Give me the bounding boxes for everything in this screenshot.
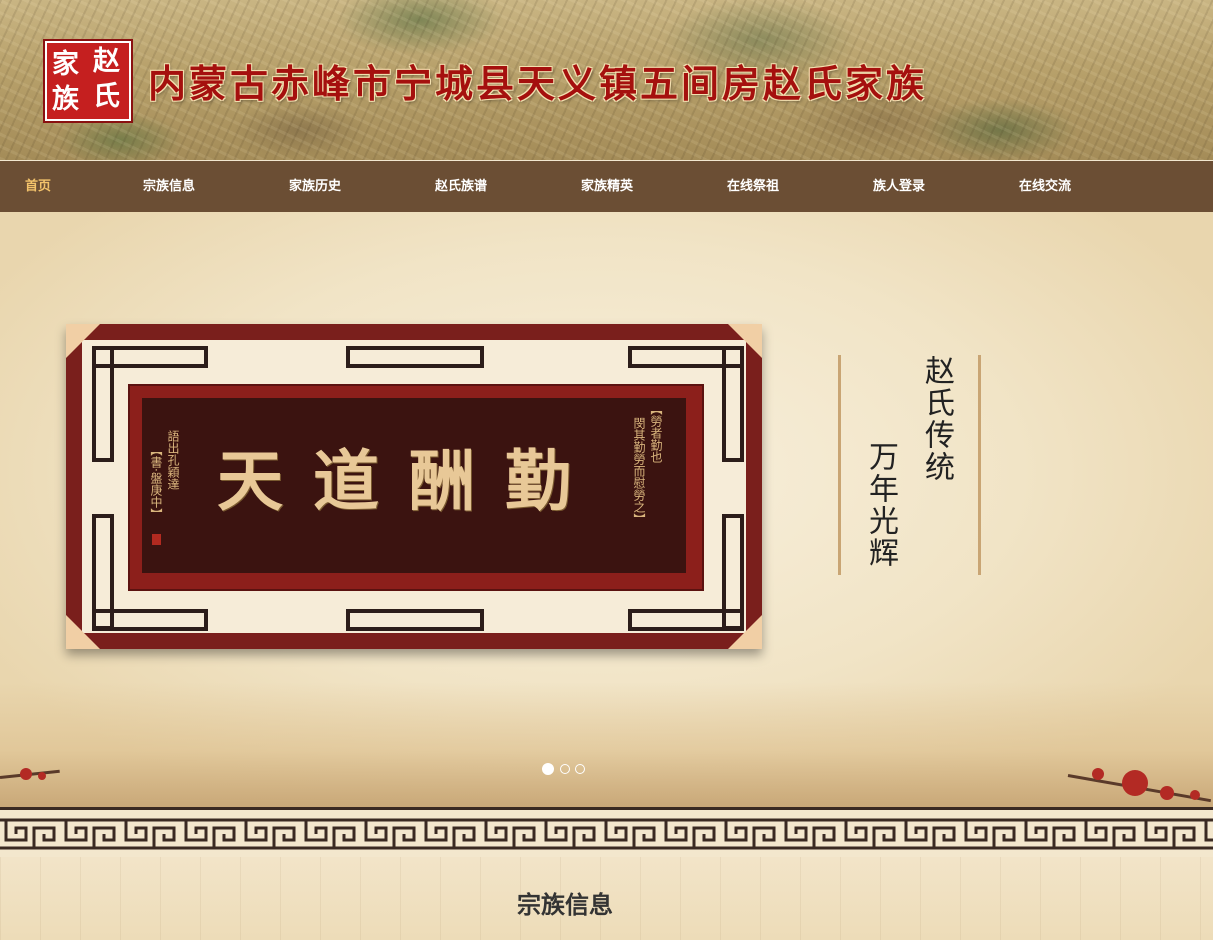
plaque-inscription-right: 閔其勤勞而慰勞之】 — [632, 417, 646, 525]
plaque-main-text: 天道酬勤 — [217, 442, 601, 520]
site-title: 内蒙古赤峰市宁城县天义镇五间房赵氏家族 — [148, 61, 928, 106]
nav-item-genealogy[interactable]: 赵氏族谱 — [435, 161, 487, 212]
slider-dot[interactable] — [560, 764, 570, 774]
logo-char: 赵 — [93, 46, 120, 77]
nav-item-clan-info[interactable]: 宗族信息 — [143, 161, 195, 212]
fretwork-decoration — [346, 609, 484, 631]
cloud-decoration — [0, 682, 1213, 807]
nav-item-family-history[interactable]: 家族历史 — [289, 161, 341, 212]
clan-info-section: 宗族信息 — [0, 857, 1213, 940]
logo-char: 氏 — [93, 81, 120, 112]
nav-item-family-elite[interactable]: 家族精英 — [581, 161, 633, 212]
fretwork-decoration — [722, 346, 744, 462]
plaque-inscription-left: 【書·盤庚中】 — [149, 444, 163, 520]
hero-slider[interactable]: 天道酬勤 【勞者勤也 閔其勤勞而慰勞之】 語出孔穎達 【書·盤庚中】 赵氏传统 … — [0, 212, 1213, 807]
plum-blossom-icon — [20, 768, 32, 780]
main-nav: 首页 宗族信息 家族历史 赵氏族谱 家族精英 在线祭祖 族人登录 在线交流 — [0, 161, 1213, 212]
slider-dot-active[interactable] — [542, 763, 554, 775]
fretwork-decoration — [92, 514, 114, 630]
plum-blossom-icon — [1190, 790, 1200, 800]
plaque-inscription-right: 【勞者勤也 — [649, 403, 663, 463]
red-seal-icon — [152, 534, 161, 545]
fretwork-decoration — [346, 346, 484, 368]
plum-blossom-icon — [1160, 786, 1174, 800]
logo-char: 族 — [52, 84, 79, 115]
plum-blossom-icon — [1122, 770, 1148, 796]
fretwork-border — [0, 807, 1213, 862]
plaque-board: 天道酬勤 【勞者勤也 閔其勤勞而慰勞之】 語出孔穎達 【書·盤庚中】 — [142, 398, 686, 573]
nav-item-home[interactable]: 首页 — [25, 161, 51, 212]
plum-blossom-icon — [38, 772, 46, 780]
section-title: 宗族信息 — [517, 891, 613, 919]
site-logo[interactable]: 赵 氏 家 族 — [45, 41, 131, 121]
slider-dot[interactable] — [575, 764, 585, 774]
plaque-inscription-left: 語出孔穎達 — [166, 430, 180, 490]
wooden-plaque-image: 天道酬勤 【勞者勤也 閔其勤勞而慰勞之】 語出孔穎達 【書·盤庚中】 — [66, 324, 762, 649]
nav-item-online-worship[interactable]: 在线祭祖 — [727, 161, 779, 212]
fretwork-pattern — [0, 814, 1213, 854]
motto-line: 赵氏传统 — [919, 355, 954, 483]
motto-line: 万年光辉 — [863, 441, 898, 569]
header-banner: 赵 氏 家 族 内蒙古赤峰市宁城县天义镇五间房赵氏家族 — [0, 0, 1213, 160]
plum-blossom-icon — [1092, 768, 1104, 780]
logo-char: 家 — [52, 49, 79, 80]
fretwork-decoration — [722, 514, 744, 630]
plaque-inner-frame: 天道酬勤 【勞者勤也 閔其勤勞而慰勞之】 語出孔穎達 【書·盤庚中】 — [128, 384, 704, 591]
motto-panel: 赵氏传统 万年光辉 — [838, 355, 981, 575]
nav-item-member-login[interactable]: 族人登录 — [873, 161, 925, 212]
nav-item-online-chat[interactable]: 在线交流 — [1019, 161, 1071, 212]
fretwork-decoration — [92, 346, 114, 462]
